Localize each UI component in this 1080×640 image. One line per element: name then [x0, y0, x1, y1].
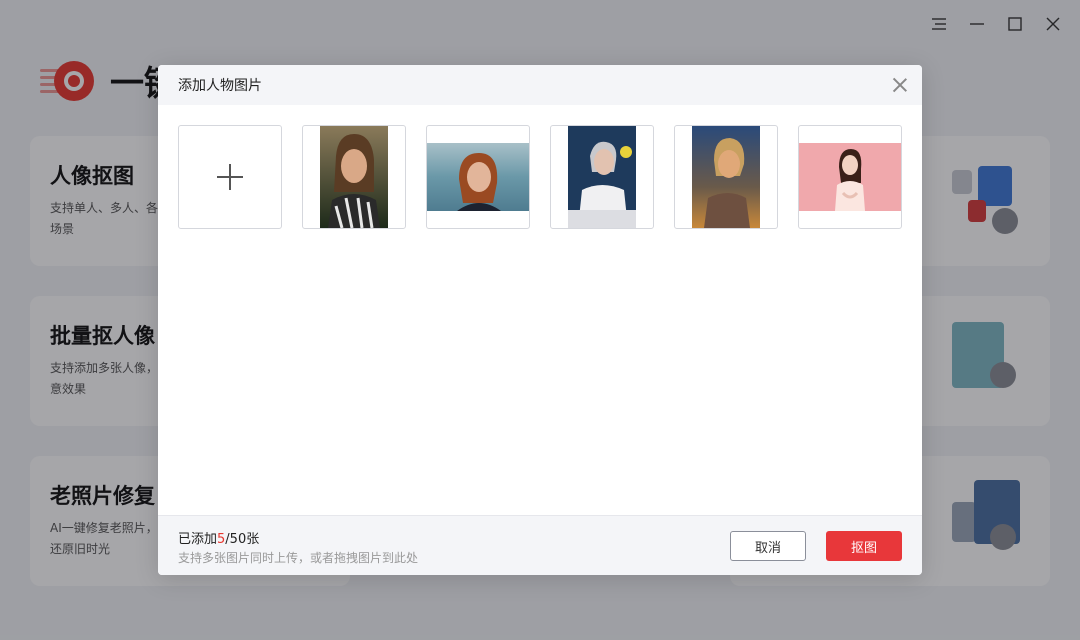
image-tile[interactable] [426, 125, 530, 229]
add-photos-dialog: 添加人物图片 已添加5/50张 支持多张图片同时上传，或者拖拽图片到此处 取消 … [158, 65, 922, 575]
portrait-image [427, 143, 529, 211]
image-count: 已添加5/50张 [178, 528, 259, 547]
portrait-image [799, 143, 901, 211]
count-prefix: 已添加 [178, 532, 218, 547]
image-grid [178, 125, 902, 229]
cancel-button[interactable]: 取消 [730, 531, 806, 561]
upload-hint: 支持多张图片同时上传，或者拖拽图片到此处 [178, 551, 419, 565]
portrait-image [692, 126, 760, 228]
plus-icon [217, 164, 243, 190]
image-tile[interactable] [302, 125, 406, 229]
count-suffix: /50张 [225, 532, 260, 547]
portrait-image [568, 126, 636, 228]
dialog-title: 添加人物图片 [178, 78, 262, 94]
portrait-image [320, 126, 388, 228]
image-tile[interactable] [674, 125, 778, 229]
cutout-button[interactable]: 抠图 [826, 531, 902, 561]
image-tile[interactable] [550, 125, 654, 229]
dialog-footer: 已添加5/50张 支持多张图片同时上传，或者拖拽图片到此处 取消 抠图 [158, 515, 922, 575]
add-image-tile[interactable] [178, 125, 282, 229]
image-tile[interactable] [798, 125, 902, 229]
close-icon[interactable] [892, 77, 908, 93]
dialog-header: 添加人物图片 [158, 65, 922, 105]
